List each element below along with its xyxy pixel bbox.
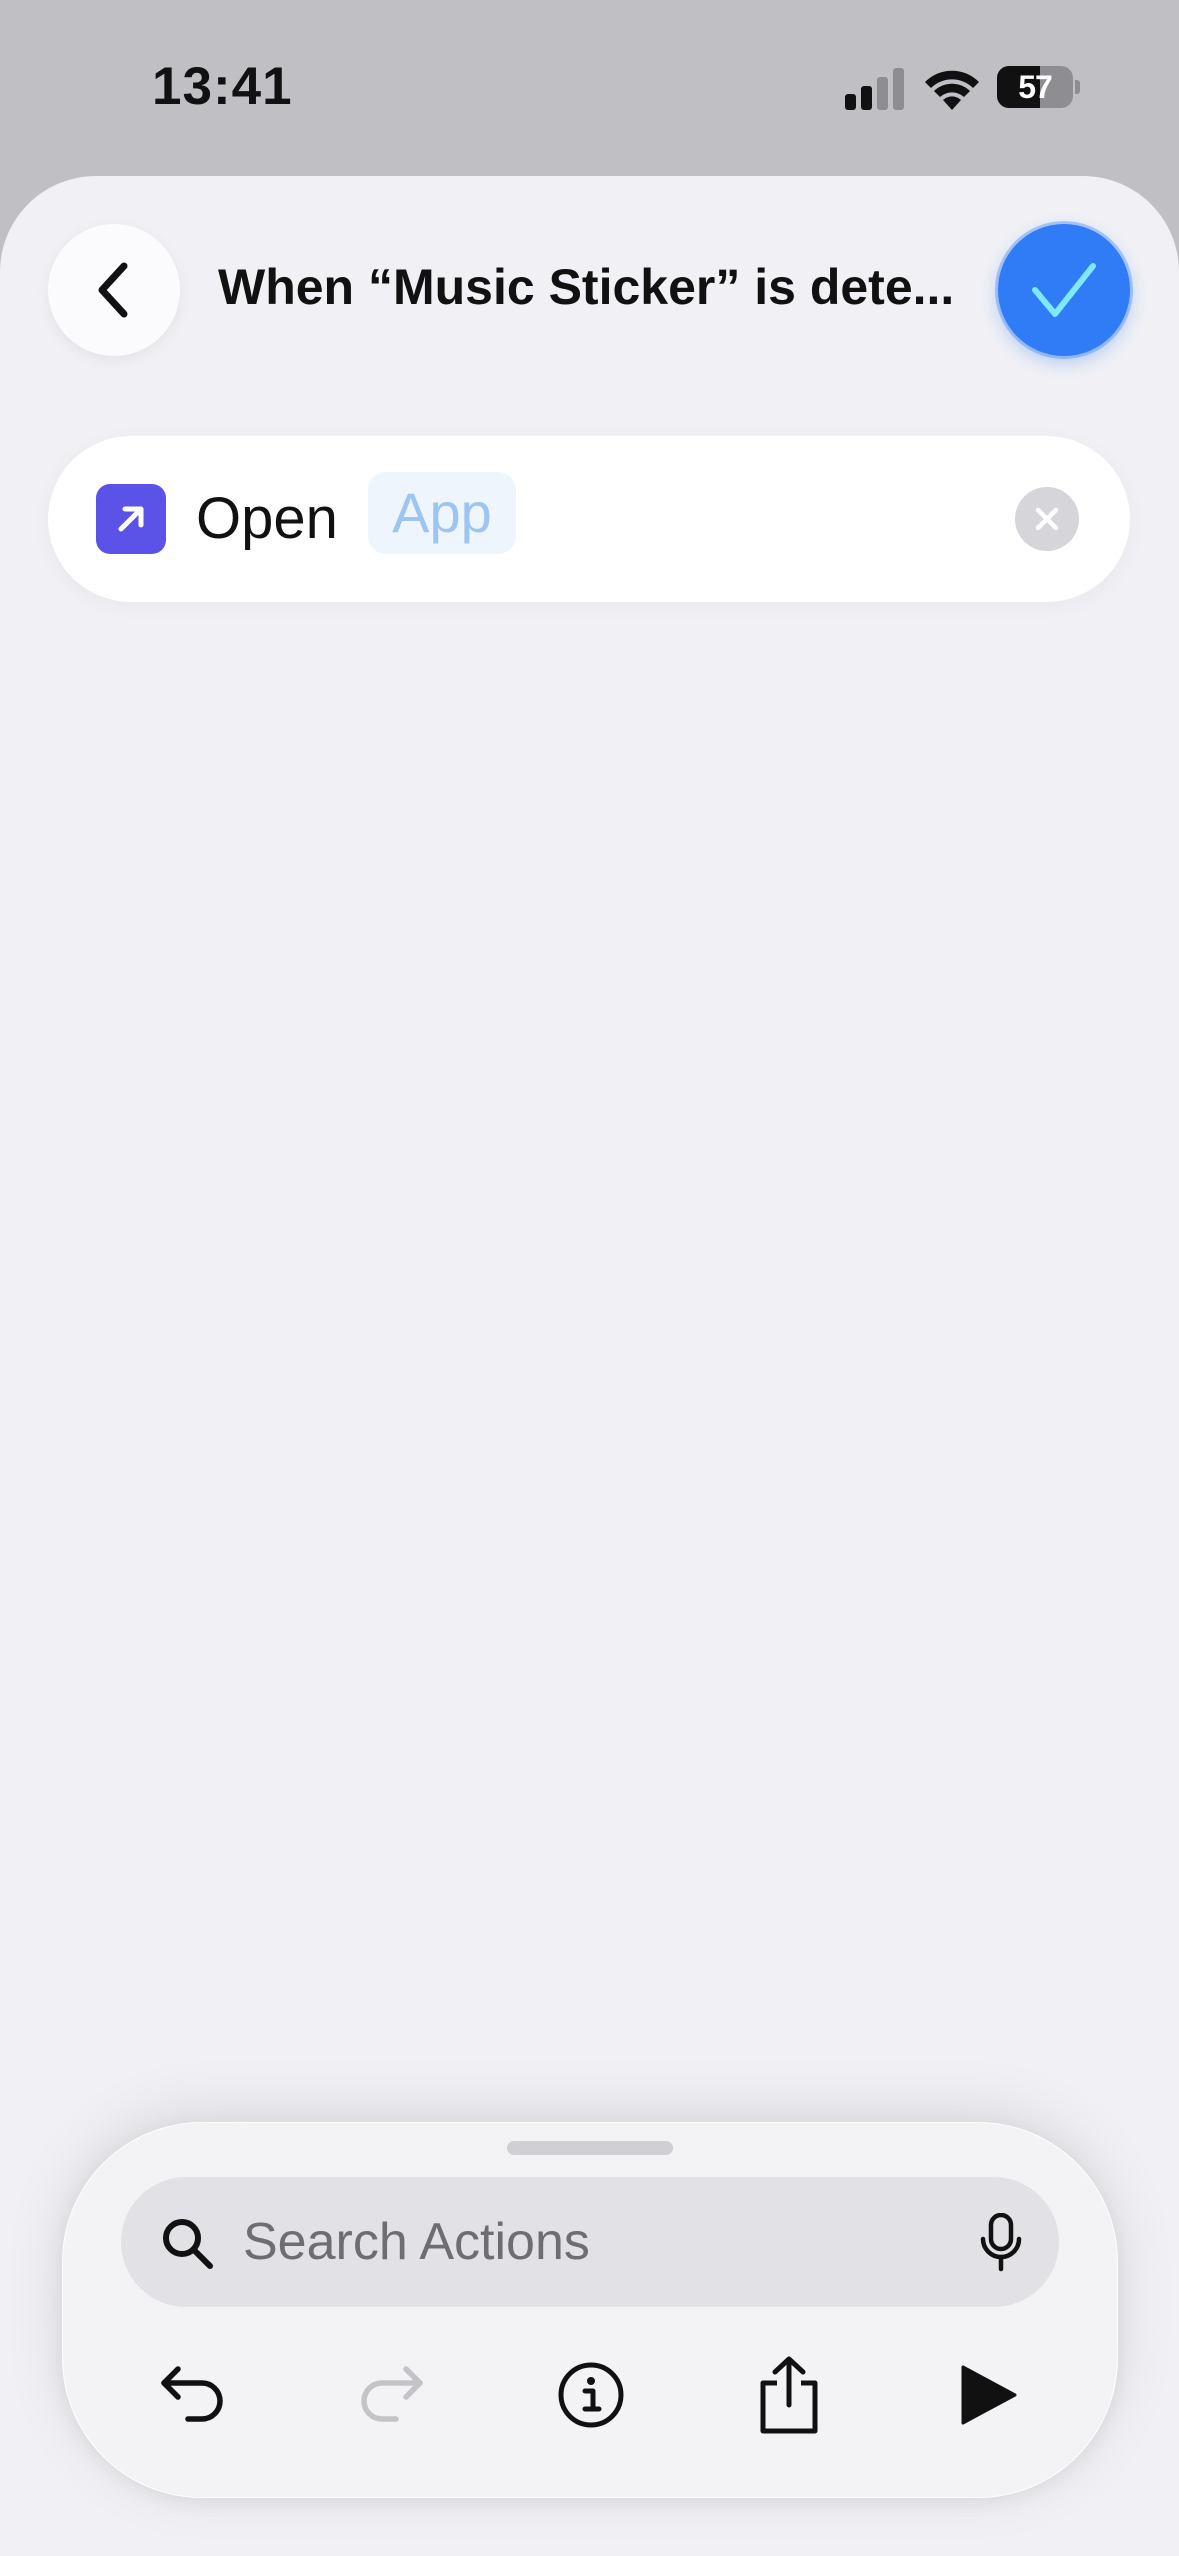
undo-button[interactable] <box>143 2345 243 2445</box>
redo-button[interactable] <box>341 2345 441 2445</box>
action-search-panel: Search Actions <box>62 2122 1118 2498</box>
action-title: Open <box>196 486 338 551</box>
search-input[interactable]: Search Actions <box>243 2177 590 2307</box>
battery-tip <box>1075 80 1080 94</box>
back-button[interactable] <box>48 224 180 356</box>
search-field[interactable]: Search Actions <box>121 2177 1059 2307</box>
status-time: 13:41 <box>152 57 293 116</box>
run-button[interactable] <box>937 2345 1037 2445</box>
arrow-up-right-icon <box>96 484 166 554</box>
app-parameter-token[interactable]: App <box>368 472 516 554</box>
wifi-icon <box>925 70 979 110</box>
drag-handle[interactable] <box>507 2141 673 2155</box>
microphone-icon[interactable] <box>979 2213 1023 2273</box>
checkmark-icon <box>1032 263 1096 317</box>
redo-icon <box>361 2366 423 2422</box>
search-icon <box>163 2219 213 2269</box>
battery-level: 57 <box>1018 69 1053 105</box>
cellular-signal-icon <box>845 68 904 110</box>
battery-indicator: 57 <box>997 66 1080 108</box>
open-app-action[interactable]: Open App <box>48 436 1130 602</box>
chevron-left-icon <box>98 262 128 318</box>
page-title: When “Music Sticker” is dete... <box>218 259 955 315</box>
share-button[interactable] <box>739 2345 839 2445</box>
info-button[interactable] <box>541 2345 641 2445</box>
info-icon <box>558 2362 624 2428</box>
shortcut-editor-sheet: When “Music Sticker” is dete... Open App… <box>0 176 1179 2556</box>
battery-body: 57 <box>997 66 1073 108</box>
xmark-icon <box>1035 507 1059 531</box>
share-icon <box>760 2356 818 2434</box>
status-bar: 13:41 57 <box>0 0 1179 176</box>
done-button[interactable] <box>998 224 1130 356</box>
play-icon <box>961 2365 1017 2425</box>
remove-action-button[interactable] <box>1015 487 1079 551</box>
undo-icon <box>161 2366 223 2422</box>
